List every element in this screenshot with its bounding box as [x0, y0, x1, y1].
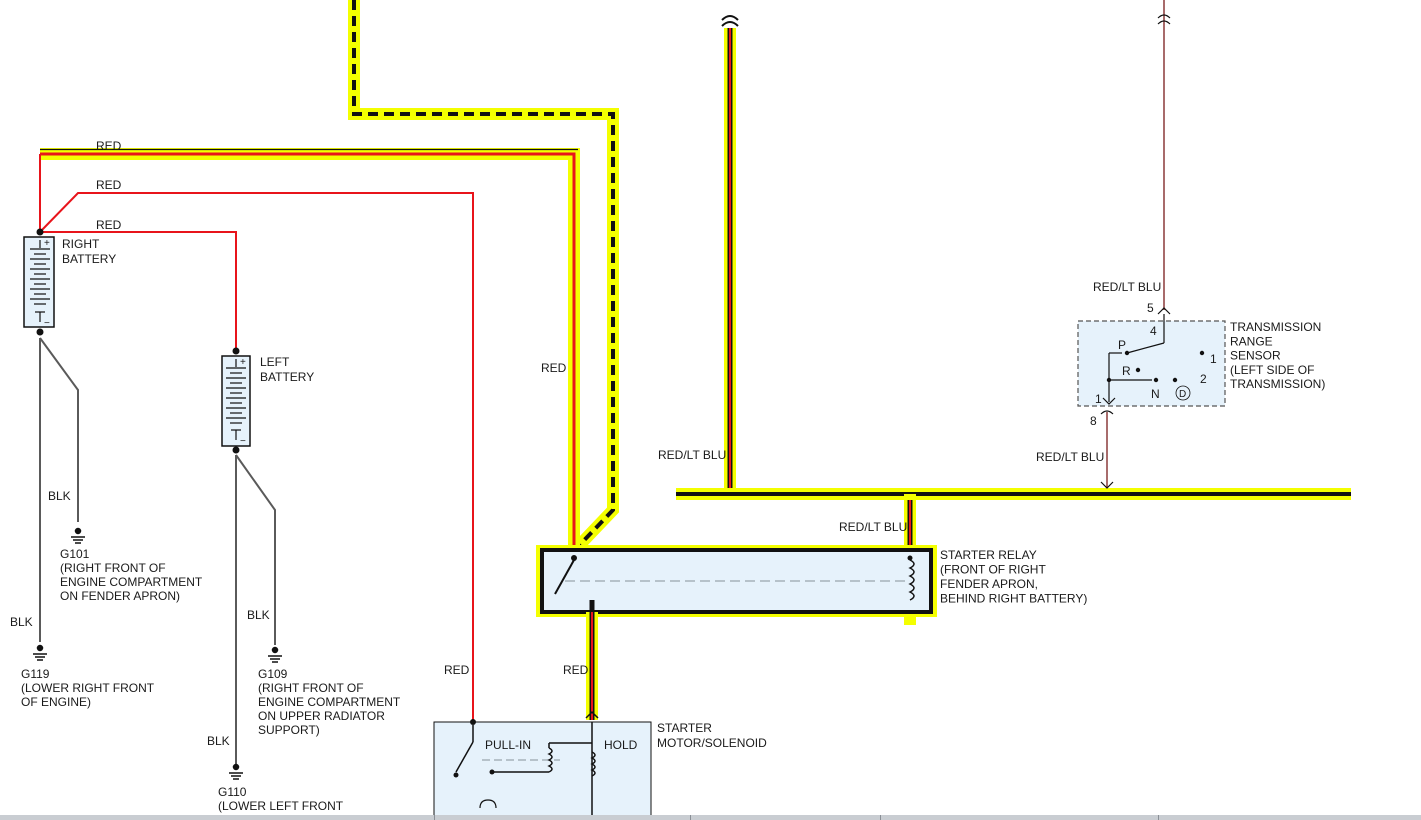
wire-label-red-lower: RED — [96, 218, 122, 232]
wire-label-redltblu-right: RED/LT BLU — [1036, 450, 1104, 464]
pin-5: 5 — [1147, 301, 1154, 315]
right-battery-plus: + — [44, 238, 50, 249]
trs-pos-2: 2 — [1200, 372, 1207, 386]
pin-1: 1 — [1095, 392, 1102, 406]
trs-pos-n: N — [1151, 387, 1160, 401]
left-battery: + − — [221, 347, 251, 454]
right-battery-label: RIGHT BATTERY — [62, 237, 116, 266]
left-battery-plus: + — [240, 357, 246, 368]
wire-label-blk-g109: BLK — [247, 608, 270, 622]
red-wire-middle — [39, 192, 474, 720]
trs-pos-r: R — [1122, 364, 1131, 378]
bottom-scroll-strip — [0, 815, 1421, 820]
right-battery: + − — [23, 228, 55, 336]
wire-labels: RED RED RED RED RED RED BLK BLK BLK BLK … — [10, 139, 1161, 748]
trs-label: TRANSMISSION RANGE SENSOR (LEFT SIDE OF … — [1230, 320, 1325, 391]
transmission-range-sensor — [1077, 0, 1226, 489]
left-battery-label: LEFT BATTERY — [260, 355, 314, 384]
right-battery-minus: − — [44, 318, 50, 329]
trs-pos-1: 1 — [1210, 352, 1217, 366]
wire-label-red-middle: RED — [96, 178, 122, 192]
ground-label-g101: G101 (RIGHT FRONT OF ENGINE COMPARTMENT … — [60, 547, 205, 603]
ground-icon-g110 — [229, 763, 243, 780]
pin-4: 4 — [1150, 324, 1157, 338]
starter-motor-label: STARTER MOTOR/SOLENOID — [657, 721, 767, 750]
connector-top-left — [721, 15, 739, 27]
wire-label-red-top: RED — [96, 139, 122, 153]
ground-icon-g101 — [71, 527, 85, 544]
ground-icon-g119 — [33, 644, 47, 661]
trs-pos-d: D — [1179, 389, 1186, 400]
wire-label-red-pullin: RED — [444, 663, 470, 677]
wiring-diagram: + − + − RED RED RED RED RED RED BLK BLK … — [10, 0, 1351, 815]
starter-relay-label: STARTER RELAY (FRONT OF RIGHT FENDER APR… — [940, 548, 1087, 606]
wire-label-redltblu-relay: RED/LT BLU — [839, 520, 907, 534]
wire-label-redltblu-top: RED/LT BLU — [1093, 280, 1161, 294]
ground-label-g109: G109 (RIGHT FRONT OF ENGINE COMPARTMENT … — [258, 667, 403, 737]
pin-8: 8 — [1090, 414, 1097, 428]
wire-label-blk-g110: BLK — [207, 734, 230, 748]
ground-icon-g109 — [268, 646, 282, 663]
wire-label-redltblu-left: RED/LT BLU — [658, 448, 726, 462]
pull-in-label: PULL-IN — [485, 738, 531, 752]
wire-label-red-hold: RED — [563, 663, 589, 677]
wire-label-blk-g101: BLK — [48, 489, 71, 503]
starter-motor-solenoid — [433, 710, 652, 815]
hold-label: HOLD — [604, 738, 638, 752]
red-feed-wire — [40, 152, 576, 553]
wire-label-blk-g119: BLK — [10, 615, 33, 629]
left-battery-minus: − — [240, 436, 246, 447]
relay-coil-node-top — [907, 555, 913, 561]
ground-labels: G101 (RIGHT FRONT OF ENGINE COMPARTMENT … — [21, 547, 403, 813]
highlight-red-feed — [40, 148, 580, 553]
ground-label-g119: G119 (LOWER RIGHT FRONT OF ENGINE) — [21, 667, 157, 709]
trs-pos-p: P — [1118, 338, 1126, 352]
relay-contact — [571, 555, 577, 561]
red-wires — [39, 154, 474, 720]
wire-label-red-relay-feed: RED — [541, 361, 567, 375]
ground-label-g110: G110 (LOWER LEFT FRONT — [218, 785, 344, 813]
